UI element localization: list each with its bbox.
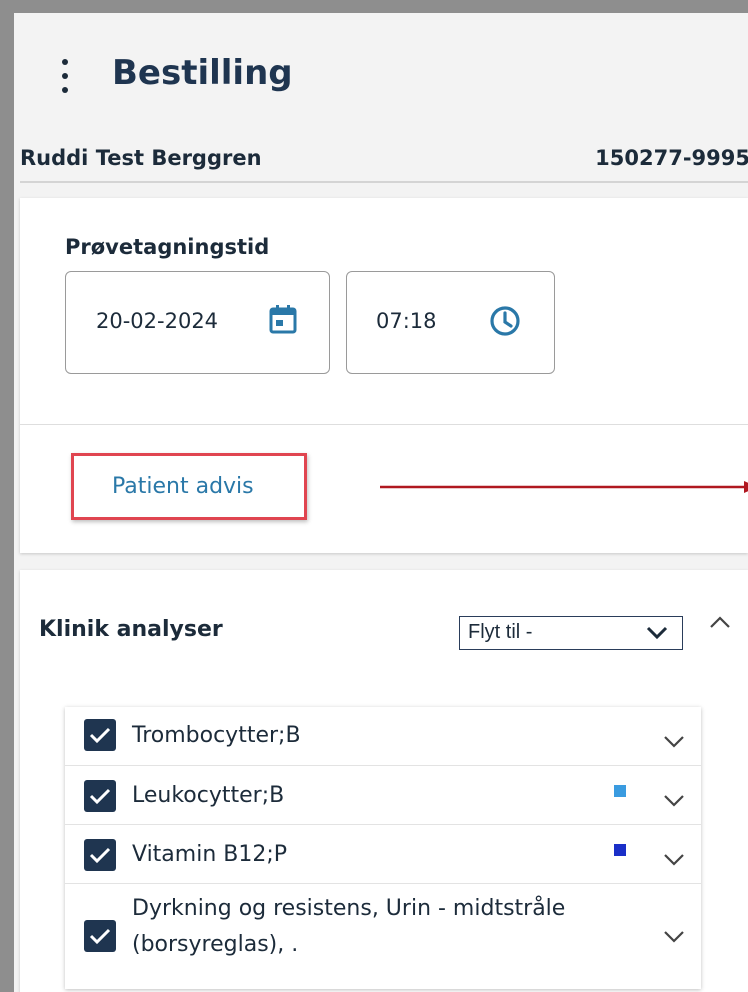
card-divider <box>20 424 748 425</box>
patient-advis-button[interactable]: Patient advis <box>71 453 307 520</box>
list-item[interactable]: Trombocytter;B <box>65 707 701 766</box>
time-field[interactable]: 07:18 <box>346 271 555 374</box>
header-divider <box>20 181 748 183</box>
sampling-time-card: Prøvetagningstid 20-02-2024 07:18 Patien… <box>20 198 748 553</box>
sampling-time-label: Prøvetagningstid <box>65 235 270 259</box>
patient-id: 150277-9995 <box>595 146 748 170</box>
chevron-up-icon[interactable] <box>709 615 731 629</box>
checkbox[interactable] <box>84 839 116 871</box>
chevron-down-icon[interactable] <box>663 735 685 749</box>
list-item[interactable]: Vitamin B12;P <box>65 825 701 884</box>
date-value: 20-02-2024 <box>96 309 219 333</box>
patient-name: Ruddi Test Berggren <box>20 146 262 170</box>
kebab-menu-icon[interactable] <box>58 59 72 93</box>
chevron-down-icon[interactable] <box>663 930 685 944</box>
analyses-title: Klinik analyser <box>39 617 223 642</box>
clock-icon[interactable] <box>489 305 521 337</box>
checkmark-icon <box>89 788 111 805</box>
checkmark-icon <box>89 847 111 864</box>
calendar-icon[interactable] <box>269 304 297 334</box>
date-field[interactable]: 20-02-2024 <box>65 271 330 374</box>
checkbox[interactable] <box>84 719 116 751</box>
list-item[interactable]: Dyrkning og resistens, Urin - midtstråle… <box>65 884 701 989</box>
analyses-list: Trombocytter;B Leukocytter;B Vitamin B12… <box>65 707 701 989</box>
clinic-analyses-card: Klinik analyser Flyt til - Trombocytter;… <box>20 570 748 992</box>
page-title: Bestilling <box>112 53 293 93</box>
chevron-down-icon <box>646 626 668 640</box>
patient-advis-label: Patient advis <box>112 474 254 499</box>
list-item-label: Vitamin B12;P <box>132 842 288 867</box>
list-item-label: Dyrkning og resistens, Urin - midtstråle… <box>132 896 566 957</box>
chevron-down-icon[interactable] <box>663 853 685 867</box>
status-square-icon <box>614 844 626 856</box>
app-window: Bestilling Ruddi Test Berggren 150277-99… <box>0 0 748 992</box>
checkmark-icon <box>89 727 111 744</box>
list-item-label: Leukocytter;B <box>132 783 285 808</box>
time-value: 07:18 <box>376 309 437 333</box>
move-to-select[interactable]: Flyt til - <box>459 616 683 650</box>
list-item-label: Trombocytter;B <box>132 723 301 748</box>
list-item[interactable]: Leukocytter;B <box>65 766 701 825</box>
status-square-icon <box>614 785 626 797</box>
checkbox[interactable] <box>84 920 116 952</box>
arrow-right-icon <box>380 481 748 493</box>
checkbox[interactable] <box>84 780 116 812</box>
chevron-down-icon[interactable] <box>663 794 685 808</box>
checkmark-icon <box>89 928 111 945</box>
move-to-label: Flyt til - <box>468 621 533 643</box>
